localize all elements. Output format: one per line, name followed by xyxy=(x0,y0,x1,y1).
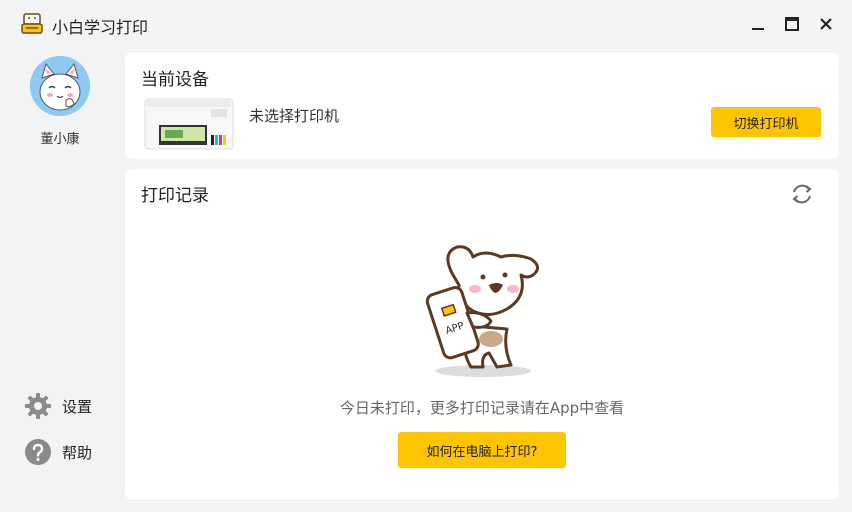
username: 董小康 xyxy=(40,132,80,147)
sidebar-item-help[interactable]: 帮助 xyxy=(24,436,114,468)
sidebar-item-settings[interactable]: 设置 xyxy=(24,390,114,422)
device-status: 未选择打印机 xyxy=(249,107,340,125)
records-card-title: 打印记录 xyxy=(141,186,209,206)
minimize-button[interactable] xyxy=(748,14,768,34)
switch-printer-button[interactable]: 切换打印机 xyxy=(711,107,821,137)
help-icon xyxy=(25,439,51,465)
cat-avatar-icon xyxy=(30,56,90,116)
refresh-icon[interactable] xyxy=(789,181,815,207)
close-icon xyxy=(820,18,832,30)
device-card-title: 当前设备 xyxy=(141,70,209,90)
gear-icon xyxy=(25,393,51,419)
app-window: 小白学习打印 董小康 设置 帮助 当前设备 未选择打印机 切换打印机 打印记录 … xyxy=(0,0,852,512)
sidebar-item-label: 帮助 xyxy=(62,443,93,462)
empty-dog-illustration: APP xyxy=(425,245,539,377)
maximize-icon xyxy=(785,17,799,31)
sidebar: 董小康 设置 帮助 xyxy=(0,48,124,512)
current-device-card: 当前设备 未选择打印机 切换打印机 xyxy=(125,53,839,159)
printer-image xyxy=(144,98,234,150)
avatar[interactable] xyxy=(30,56,90,116)
how-to-print-button[interactable]: 如何在电脑上打印? xyxy=(398,432,566,468)
app-logo-icon xyxy=(21,13,43,34)
close-button[interactable] xyxy=(816,14,836,34)
print-records-card: 打印记录 APP 今日未打印，更多打印记录请在App中查看 如何在电脑上打印? xyxy=(125,169,839,499)
app-title: 小白学习打印 xyxy=(52,18,149,37)
maximize-button[interactable] xyxy=(782,14,802,34)
title-bar: 小白学习打印 xyxy=(0,0,852,48)
empty-records-text: 今日未打印，更多打印记录请在App中查看 xyxy=(339,399,625,417)
sidebar-item-label: 设置 xyxy=(62,397,93,416)
minimize-icon xyxy=(752,28,764,30)
